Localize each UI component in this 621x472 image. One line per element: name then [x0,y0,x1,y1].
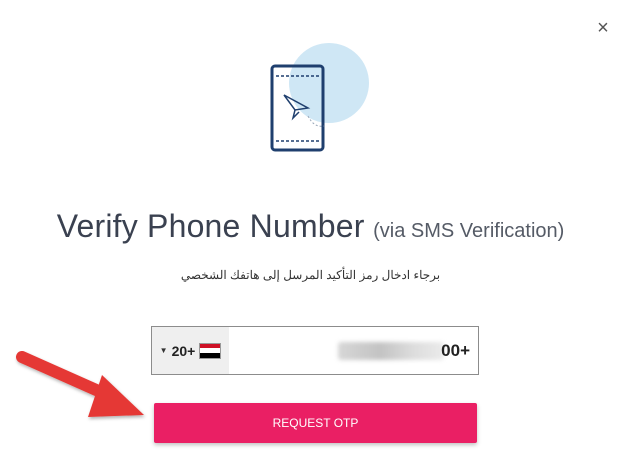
close-icon[interactable]: × [593,18,613,38]
title-suffix: (via SMS Verification) [373,220,565,242]
egypt-flag-icon [199,342,222,359]
country-code-text: 20+ [171,342,196,359]
redacted-number [338,342,444,360]
arrow-annotation-icon [16,351,144,417]
request-otp-button[interactable]: REQUEST OTP [154,403,477,443]
phone-number-field[interactable]: ▼ 20+ 00+ [151,326,479,375]
phone-send-icon [270,43,369,152]
instruction-text: برجاء ادخال رمز التأكيد المرسل إلى هاتفك… [180,268,441,282]
page-title: Verify Phone Number (via SMS Verificatio… [0,208,621,245]
verify-phone-dialog: × Verify Phone Number (via SMS Verificat… [0,0,621,472]
phone-number-input[interactable]: 00+ [441,341,470,361]
title-text: Verify Phone Number [56,208,365,244]
